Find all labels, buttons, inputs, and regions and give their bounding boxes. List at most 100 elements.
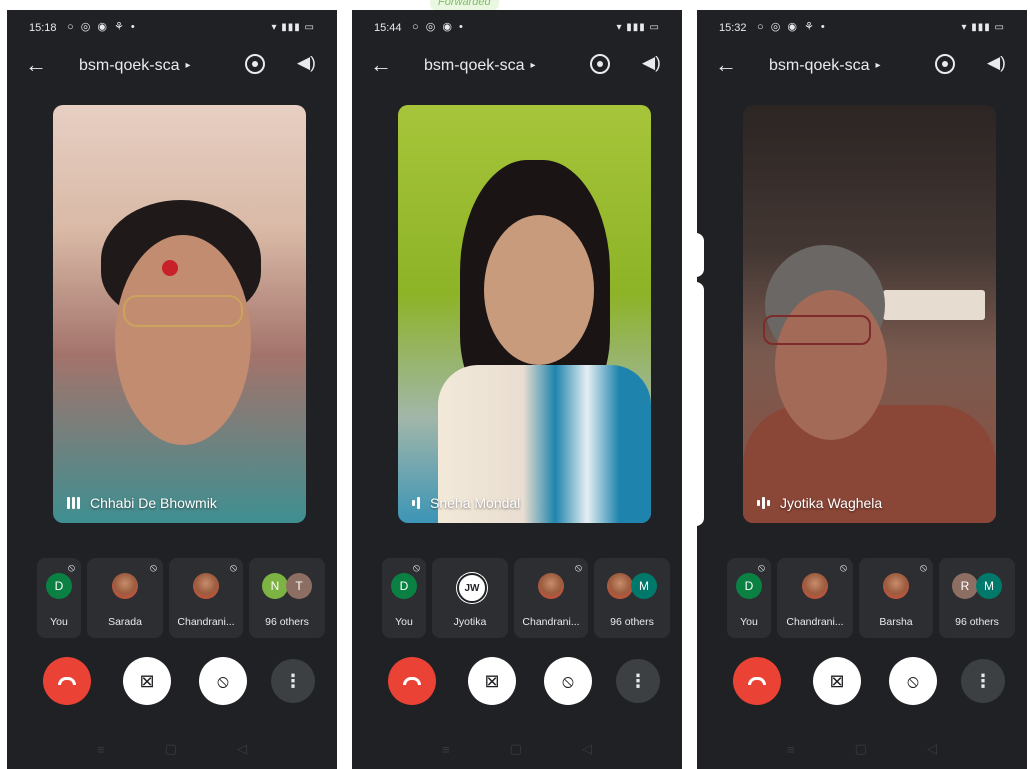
participant-tile[interactable]: N T 96 others [249,558,325,638]
participant-label: 96 others [610,616,654,628]
participant-label: Chandrani... [177,616,235,628]
menu-icon[interactable]: ≡ [787,742,795,757]
switch-camera-icon[interactable] [935,54,955,74]
phone-screenshot-1: 15:18 ○ ◎ ◉ ⚘ • ▾ ▮▮▮ ▭ ← bsm-qoek-sca ▸ … [7,10,337,769]
mic-off-icon: ⦸ [839,562,847,574]
avatar: JW [457,573,487,603]
participant-strip: ⦸ D You JW Jyotika ⦸ Chandrani... M 96 o… [382,558,670,638]
participant-tile[interactable]: ⦸ Barsha [859,558,933,638]
status-bar: 15:18 ○ ◎ ◉ ⚘ • ▾ ▮▮▮ ▭ [7,10,337,46]
home-icon[interactable]: ▢ [510,741,522,757]
avatar [802,573,828,599]
participant-tile[interactable]: ⦸ Chandrani... [777,558,853,638]
participant-tile[interactable]: ⦸ Chandrani... [514,558,588,638]
participant-tile[interactable]: R M 96 others [939,558,1015,638]
back-icon[interactable]: ◁ [237,741,247,757]
back-arrow-icon[interactable]: ← [370,52,392,78]
mic-off-icon: ⦸ [67,562,75,574]
signal-battery-icon: ▾ ▮▮▮ ▭ [961,22,1005,33]
home-icon[interactable]: ▢ [855,741,867,757]
status-icons: ○ ◎ ◉ ⚘ • [67,21,137,33]
mic-off-icon: ⦸ [757,562,765,574]
divider-tab [690,233,704,277]
divider-tab [690,282,704,526]
end-call-button[interactable] [733,657,781,705]
avatar: D [46,573,72,599]
participant-label: Jyotika [453,616,487,628]
end-call-button[interactable] [43,657,91,705]
call-controls: ⊠ ⦸ ⋮ [43,657,315,705]
participant-label: Chandrani... [522,616,580,628]
participant-label: You [50,616,68,628]
camera-off-icon: ⊠ [829,670,845,691]
speaker-name-tag: Chhabi De Bhowmik [67,495,217,511]
hang-up-icon [748,677,766,685]
participant-tile[interactable]: ⦸ D You [37,558,81,638]
participant-tile[interactable]: ⦸ D You [727,558,771,638]
participant-tile[interactable]: ⦸ Chandrani... [169,558,243,638]
mic-toggle-button[interactable]: ⦸ [544,657,592,705]
speaker-name: Sneha Mondal [430,495,521,511]
more-options-button[interactable]: ⋮ [961,659,1005,703]
camera-toggle-button[interactable]: ⊠ [468,657,516,705]
participant-tile[interactable]: JW Jyotika [432,558,508,638]
participant-strip: ⦸ D You ⦸ Chandrani... ⦸ Barsha R M 96 o… [727,558,1015,638]
participant-tile[interactable]: ⦸ Sarada [87,558,163,638]
menu-icon[interactable]: ≡ [97,742,105,757]
camera-toggle-button[interactable]: ⊠ [123,657,171,705]
meeting-top-bar: ← bsm-qoek-sca ▸ ◀) [7,50,337,86]
back-arrow-icon[interactable]: ← [25,52,47,78]
back-arrow-icon[interactable]: ← [715,52,737,78]
status-icons: ○ ◎ ◉ • [412,21,465,33]
camera-toggle-button[interactable]: ⊠ [813,657,861,705]
participant-label: Sarada [108,616,142,628]
avatar: D [391,573,417,599]
menu-icon[interactable]: ≡ [442,742,450,757]
speaker-icon[interactable]: ◀) [987,53,1006,73]
main-video-tile[interactable]: Chhabi De Bhowmik [53,105,306,523]
avatar: M [976,573,1002,599]
back-icon[interactable]: ◁ [582,741,592,757]
more-icon: ⋮ [629,670,647,691]
audio-level-icon [757,496,770,510]
mic-toggle-button[interactable]: ⦸ [199,657,247,705]
call-controls: ⊠ ⦸ ⋮ [733,657,1005,705]
speaker-name-tag: Jyotika Waghela [757,495,882,511]
back-icon[interactable]: ◁ [927,741,937,757]
main-video-tile[interactable]: Jyotika Waghela [743,105,996,523]
more-icon: ⋮ [974,670,992,691]
avatar: N [262,573,288,599]
home-icon[interactable]: ▢ [165,741,177,757]
meeting-title[interactable]: bsm-qoek-sca ▸ [769,57,881,75]
main-video-tile[interactable]: Sneha Mondal [398,105,651,523]
more-options-button[interactable]: ⋮ [616,659,660,703]
status-bar: 15:44 ○ ◎ ◉ • ▾ ▮▮▮ ▭ [352,10,682,46]
phone-screenshot-2: 15:44 ○ ◎ ◉ • ▾ ▮▮▮ ▭ ← bsm-qoek-sca ▸ ◀)… [352,10,682,769]
participant-tile[interactable]: M 96 others [594,558,670,638]
switch-camera-icon[interactable] [590,54,610,74]
speaker-name: Chhabi De Bhowmik [90,495,217,511]
hang-up-icon [58,677,76,685]
participant-label: 96 others [955,616,999,628]
status-time: 15:32 [719,22,747,34]
speaker-icon[interactable]: ◀) [642,53,661,73]
mic-off-icon: ⦸ [412,562,420,574]
participant-label: You [740,616,758,628]
avatar: D [736,573,762,599]
participant-strip: ⦸ D You ⦸ Sarada ⦸ Chandrani... N T 96 o… [37,558,325,638]
meeting-top-bar: ← bsm-qoek-sca ▸ ◀) [352,50,682,86]
mic-toggle-button[interactable]: ⦸ [889,657,937,705]
status-icons: ○ ◎ ◉ ⚘ • [757,21,827,33]
more-options-button[interactable]: ⋮ [271,659,315,703]
hang-up-icon [403,677,421,685]
status-time: 15:44 [374,22,402,34]
speaker-icon[interactable]: ◀) [297,53,316,73]
participant-label: 96 others [265,616,309,628]
meeting-title[interactable]: bsm-qoek-sca ▸ [79,57,191,75]
meeting-title[interactable]: bsm-qoek-sca ▸ [424,57,536,75]
switch-camera-icon[interactable] [245,54,265,74]
participant-label: Chandrani... [786,616,844,628]
end-call-button[interactable] [388,657,436,705]
participant-tile[interactable]: ⦸ D You [382,558,426,638]
speaker-name-tag: Sneha Mondal [412,495,520,511]
